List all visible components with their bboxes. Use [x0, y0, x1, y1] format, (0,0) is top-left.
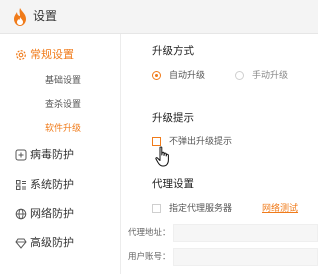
diamond-icon [15, 238, 27, 249]
system-icon [16, 180, 26, 190]
proxy-account-input[interactable] [173, 248, 318, 266]
sidebar: 常规设置 基础设置 查杀设置 软件升级 病毒防护 系统防护 网络防护 高级防护 [0, 34, 121, 274]
proxy-server-label: 指定代理服务器 [169, 204, 233, 214]
no-upgrade-popup-label: 不弹出升级提示 [169, 137, 233, 147]
sidebar-item-scan[interactable]: 查杀设置 [45, 98, 81, 112]
sidebar-item-virus[interactable]: 病毒防护 [30, 148, 74, 162]
globe-icon [15, 208, 27, 220]
sidebar-item-network[interactable]: 网络防护 [30, 207, 74, 221]
proxy-address-input[interactable] [173, 224, 318, 242]
sidebar-item-basic[interactable]: 基础设置 [45, 74, 81, 88]
network-test-link[interactable]: 网络测试 [262, 203, 298, 215]
proxy-address-label: 代理地址： [128, 228, 171, 238]
hand-cursor-icon [155, 146, 169, 167]
radio-manual-upgrade[interactable] [235, 71, 244, 80]
plus-square-icon [15, 149, 27, 161]
proxy-server-checkbox[interactable] [152, 204, 161, 213]
sidebar-item-advanced[interactable]: 高级防护 [30, 236, 74, 250]
flame-icon [14, 8, 26, 26]
radio-label-manual-upgrade: 手动升级 [252, 71, 289, 81]
sidebar-item-general[interactable]: 常规设置 [30, 48, 74, 62]
radio-label-auto-upgrade: 自动升级 [169, 71, 206, 81]
window-title: 设置 [33, 9, 58, 23]
radio-auto-upgrade[interactable] [152, 71, 161, 80]
section-title-upgrade-notice: 升级提示 [152, 112, 194, 124]
section-title-upgrade-method: 升级方式 [152, 45, 194, 57]
sidebar-item-system[interactable]: 系统防护 [30, 178, 74, 192]
gear-icon [16, 50, 26, 60]
sidebar-item-upgrade[interactable]: 软件升级 [45, 122, 81, 136]
section-title-proxy: 代理设置 [152, 178, 194, 190]
settings-panel: 升级方式 自动升级 手动升级 升级提示 不弹出升级提示 代理设置 指定代理服务器… [121, 34, 318, 274]
no-upgrade-popup-checkbox[interactable] [152, 137, 161, 146]
proxy-account-label: 用户账号： [128, 252, 171, 262]
title-bar: 设置 [0, 0, 318, 34]
